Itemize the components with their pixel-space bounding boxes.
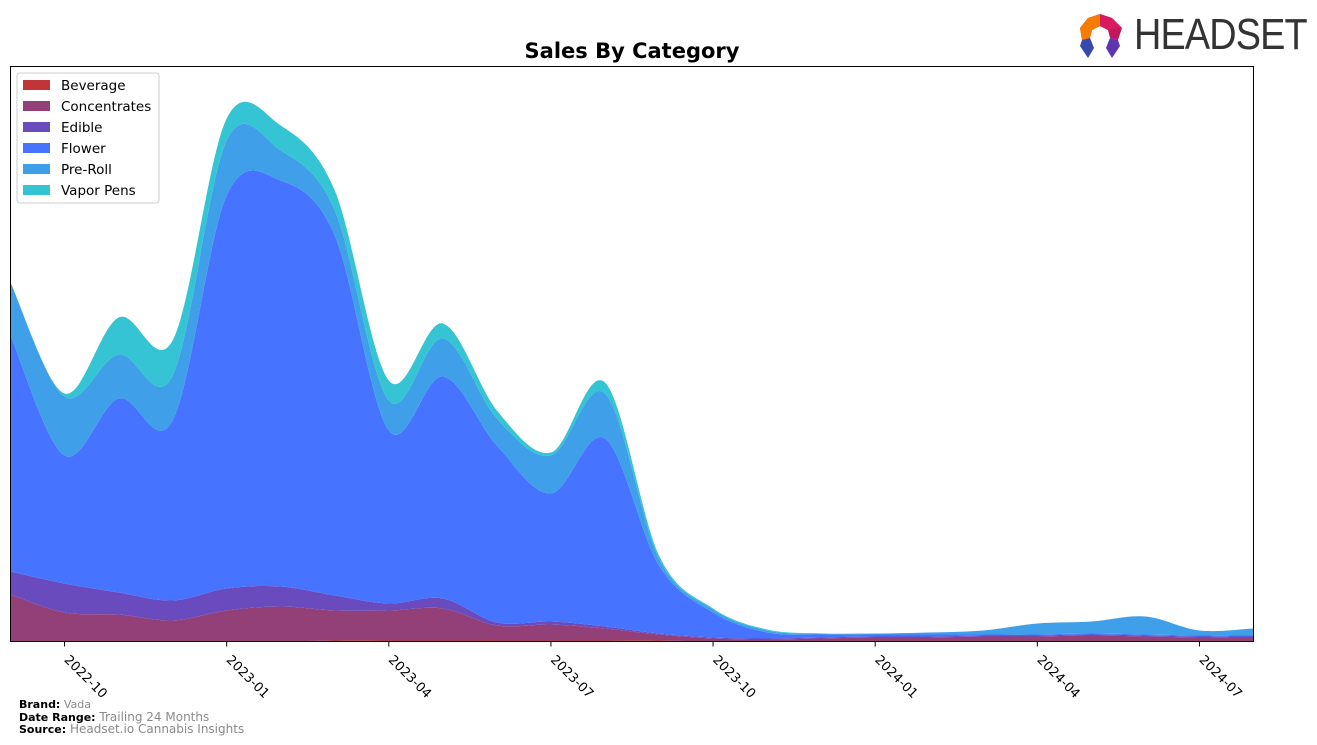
footer-source: Source: Headset.io Cannabis Insights (19, 723, 244, 736)
legend-swatch-concentrates (23, 101, 50, 111)
x-tick-label: 2023-10 (709, 653, 758, 702)
x-tick-label: 2023-07 (547, 653, 596, 702)
legend-label-concentrates: Concentrates (61, 99, 151, 115)
legend-label-flower: Flower (61, 141, 106, 157)
logo-text: HEADSET (1134, 10, 1308, 59)
legend-label-edible: Edible (61, 120, 102, 136)
x-tick-label: 2024-07 (1196, 653, 1245, 702)
headset-logo-icon (1080, 14, 1122, 58)
area-flower (10, 170, 1254, 639)
source-value: Headset.io Cannabis Insights (69, 722, 245, 736)
legend-label-pre-roll: Pre-Roll (61, 162, 112, 178)
brand-value: Vada (63, 698, 91, 711)
area-layers (10, 101, 1254, 642)
legend-swatch-pre-roll (23, 164, 50, 174)
x-tick-label: 2024-01 (871, 653, 920, 702)
legend-label-beverage: Beverage (61, 78, 126, 94)
x-axis: 2022-10 2023-01 2023-04 2023-07 2023-10 2024-… (61, 641, 1245, 702)
x-tick-label: 2023-04 (385, 653, 434, 702)
headset-logo: HEADSET (1078, 10, 1308, 62)
footer-brand: Brand: Vada (19, 699, 91, 711)
x-tick-label: 2022-10 (61, 653, 110, 702)
legend: Beverage Concentrates Edible Flower Pre-Roll… (16, 72, 160, 204)
source-label: Source: (19, 723, 67, 736)
x-tick-label: 2024-04 (1033, 653, 1082, 702)
legend-label-vapor-pens: Vapor Pens (61, 183, 136, 199)
sales-by-category-chart: Sales By Category 2022-10 2023-01 2023-04 2… (10, 39, 1254, 702)
chart-title: Sales By Category (525, 39, 740, 63)
x-tick-label: 2023-01 (223, 653, 272, 702)
legend-swatch-beverage (23, 80, 50, 90)
legend-swatch-edible (23, 122, 50, 132)
brand-label: Brand: (19, 698, 61, 711)
legend-swatch-vapor-pens (23, 185, 50, 195)
legend-swatch-flower (23, 143, 50, 153)
